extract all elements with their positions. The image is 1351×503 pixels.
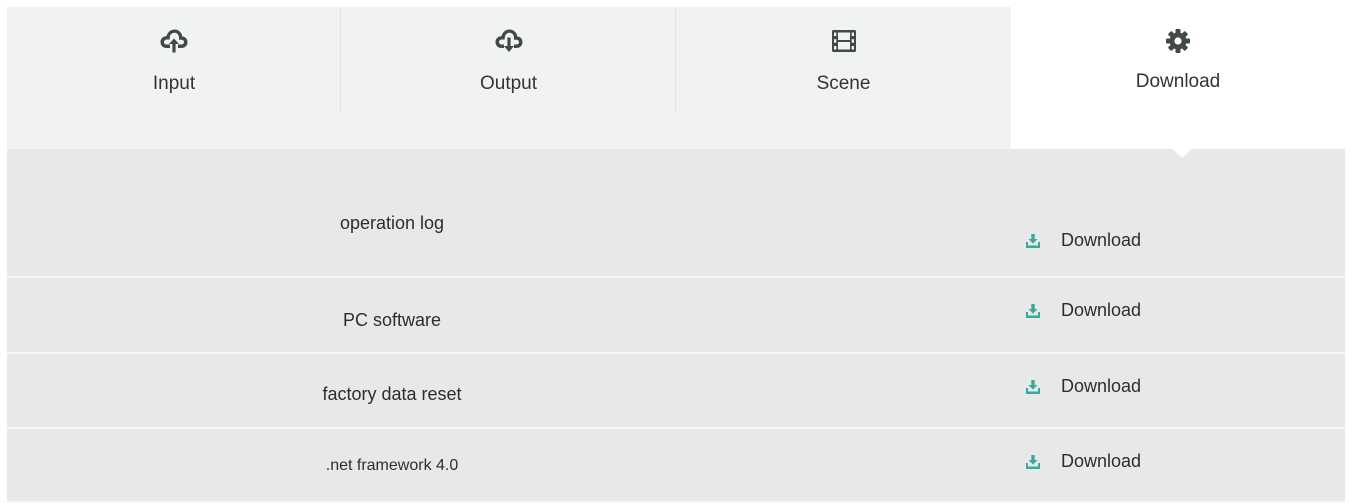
download-icon: [1025, 379, 1041, 395]
download-label: Download: [1061, 300, 1142, 320]
film-icon: [829, 27, 859, 55]
download-link[interactable]: Download: [1025, 451, 1141, 472]
tab-download[interactable]: Download: [1011, 7, 1345, 149]
download-list: operation log Download PC software Downl…: [7, 149, 1345, 503]
download-link[interactable]: Download: [1025, 230, 1141, 251]
download-icon: [1025, 454, 1041, 470]
download-icon: [1025, 303, 1041, 319]
tab-input[interactable]: Input: [7, 7, 341, 149]
download-link[interactable]: Download: [1025, 376, 1141, 397]
tab-input-label: Input: [152, 73, 196, 94]
download-icon: [1025, 233, 1041, 249]
tab-output[interactable]: Output: [341, 7, 676, 149]
download-label: Download: [1061, 230, 1142, 250]
item-name: .net framework 4.0: [325, 457, 459, 474]
list-item: PC software Download: [7, 278, 1345, 354]
list-item: operation log Download: [7, 149, 1345, 278]
download-label: Download: [1061, 376, 1142, 396]
list-item: factory data reset Download: [7, 354, 1345, 429]
item-name: operation log: [339, 213, 445, 233]
item-name: factory data reset: [322, 384, 462, 404]
tab-scene[interactable]: Scene: [676, 7, 1011, 149]
download-link[interactable]: Download: [1025, 300, 1141, 321]
tab-output-label: Output: [479, 73, 538, 94]
tab-scene-label: Scene: [816, 73, 871, 94]
list-item: .net framework 4.0 Download: [7, 429, 1345, 503]
cloud-upload-icon: [159, 27, 189, 55]
tab-download-label: Download: [1135, 71, 1221, 92]
tab-bar: Input Output Scene Download: [7, 7, 1345, 149]
gear-icon: [1163, 27, 1193, 55]
item-name: PC software: [342, 310, 442, 330]
active-tab-pointer: [1172, 149, 1192, 158]
cloud-download-icon: [494, 27, 524, 55]
download-label: Download: [1061, 451, 1142, 471]
